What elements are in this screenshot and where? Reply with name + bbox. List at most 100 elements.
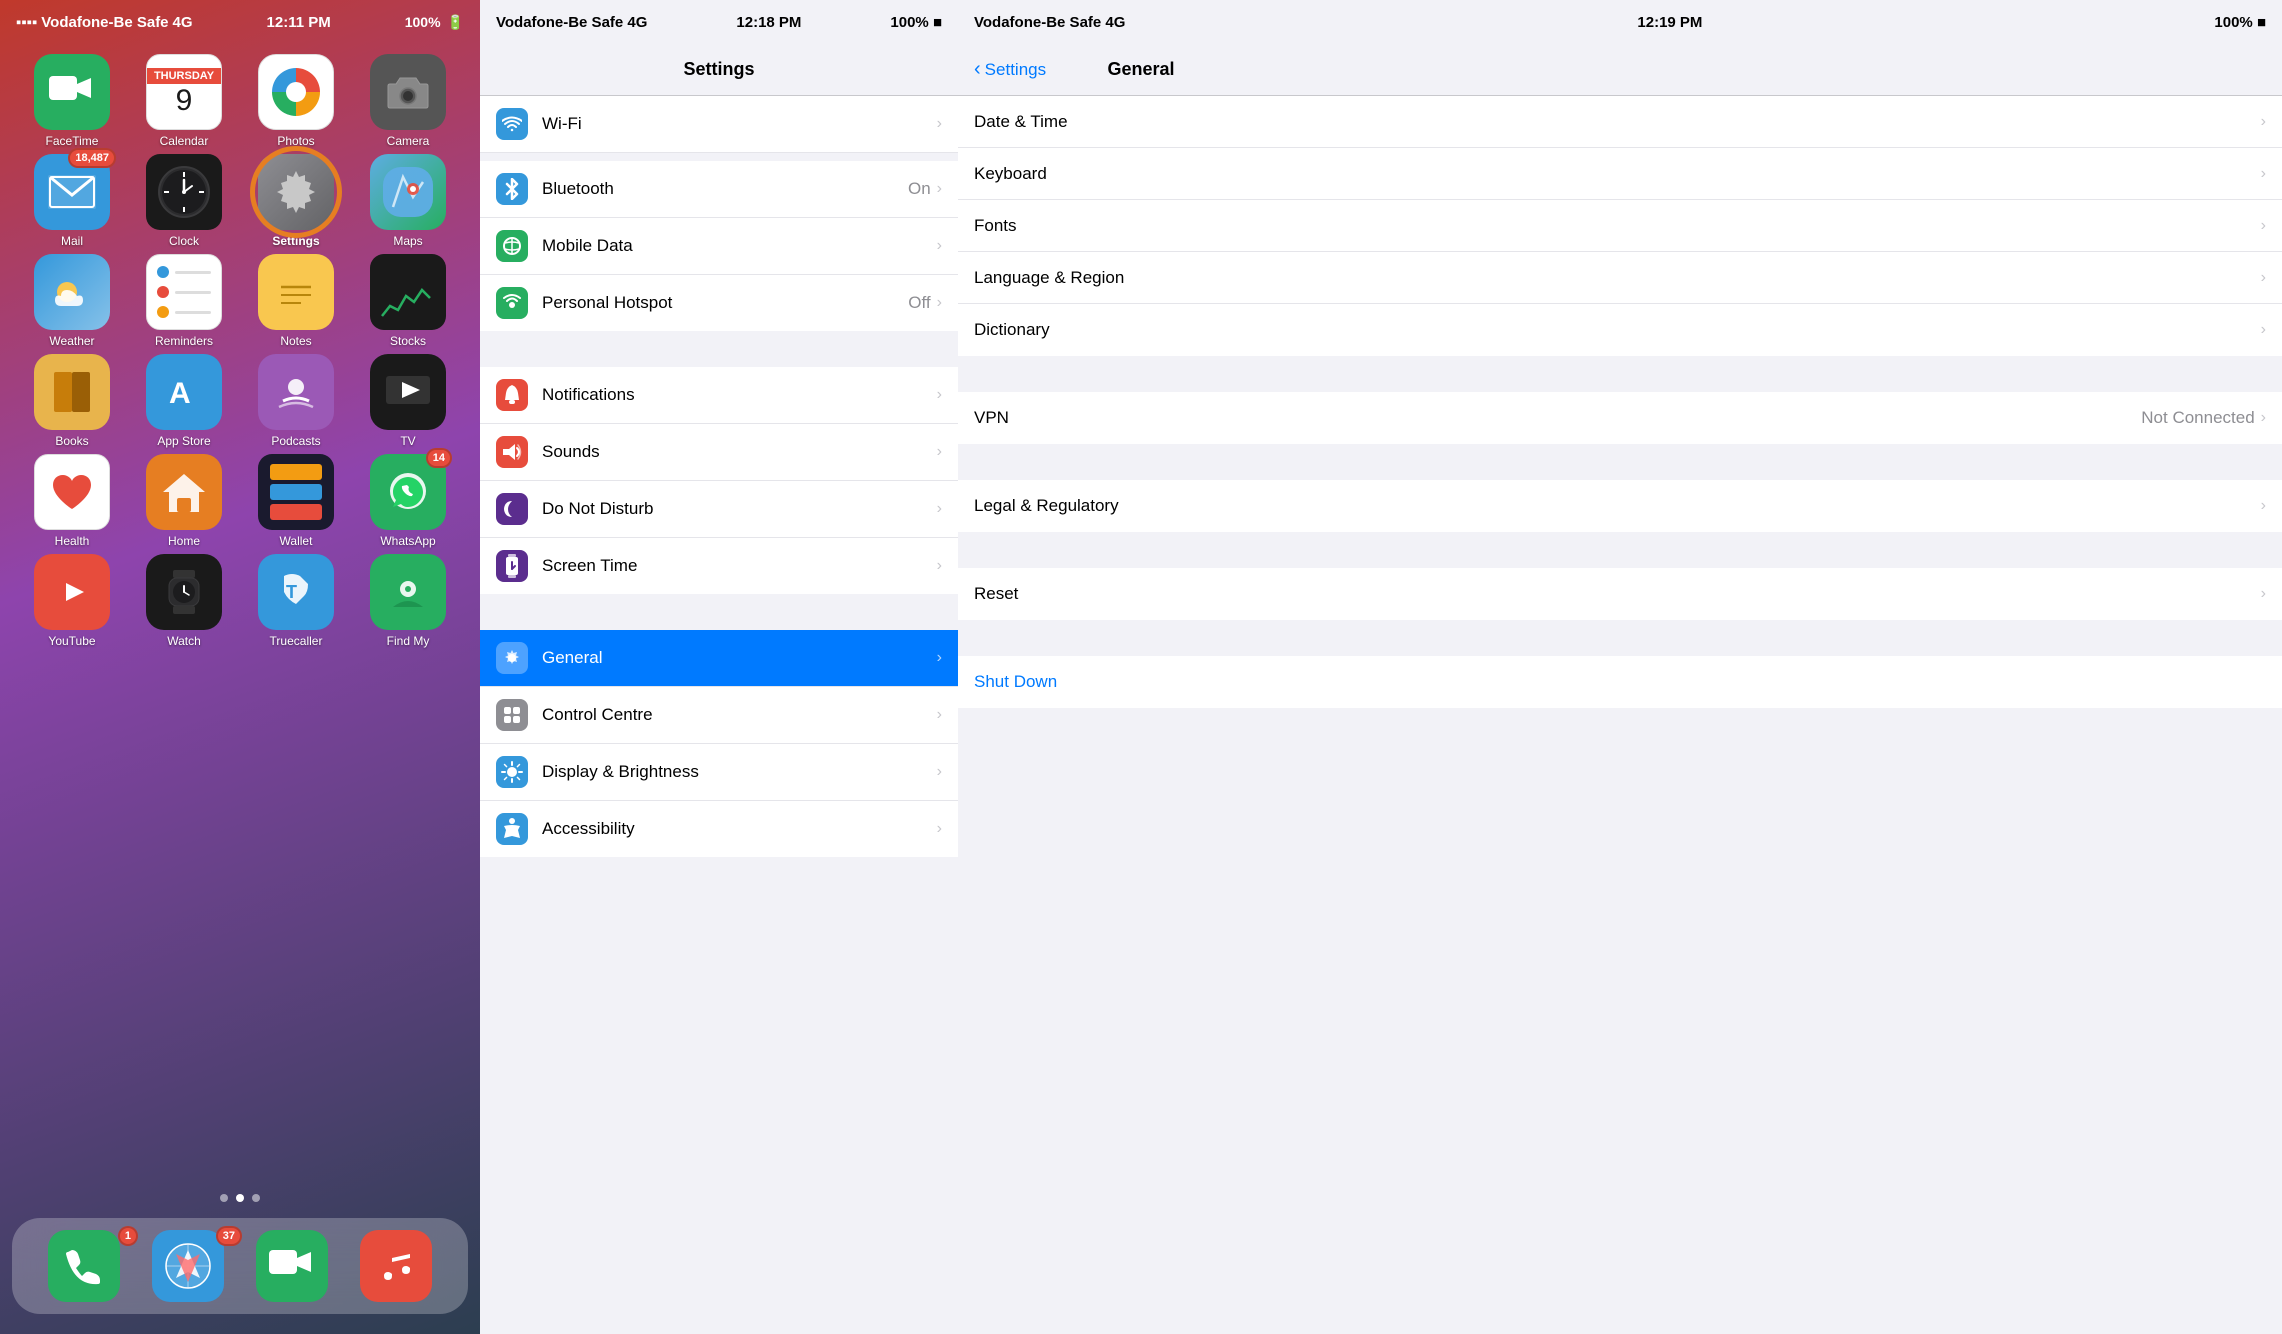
app-camera[interactable]: Camera	[358, 54, 458, 148]
wifi-chevron: ›	[937, 115, 942, 133]
settings-row-accessibility[interactable]: Accessibility ›	[480, 801, 958, 857]
app-whatsapp[interactable]: 14 WhatsApp	[358, 454, 458, 548]
app-findmy[interactable]: Find My	[358, 554, 458, 648]
dot-2	[236, 1194, 244, 1202]
general-row-languageregion[interactable]: Language & Region ›	[958, 252, 2282, 304]
app-watch[interactable]: Watch	[134, 554, 234, 648]
youtube-icon	[34, 554, 110, 630]
settings-row-mobiledata[interactable]: Mobile Data ›	[480, 218, 958, 275]
controlcentre-label: Control Centre	[542, 705, 937, 725]
app-maps[interactable]: Maps	[358, 154, 458, 248]
vpn-label: VPN	[974, 408, 2141, 428]
settings-section-system: General › Control Centre ›	[480, 630, 958, 857]
watch-icon	[146, 554, 222, 630]
general-row-vpn[interactable]: VPN Not Connected ›	[958, 392, 2282, 444]
general-row-datetime[interactable]: Date & Time ›	[958, 96, 2282, 148]
bluetooth-icon	[496, 173, 528, 205]
app-facetime[interactable]: FaceTime	[22, 54, 122, 148]
settings-row-displaybrightness[interactable]: Display & Brightness ›	[480, 744, 958, 801]
settings-row-sounds[interactable]: Sounds ›	[480, 424, 958, 481]
screentime-icon	[496, 550, 528, 582]
settings-row-donotdisturb[interactable]: Do Not Disturb ›	[480, 481, 958, 538]
back-chevron-icon: ‹	[974, 58, 981, 81]
general-row-keyboard[interactable]: Keyboard ›	[958, 148, 2282, 200]
app-row-2: 18,487 Mail	[16, 154, 464, 248]
app-calendar[interactable]: Thursday 9 Calendar	[134, 54, 234, 148]
app-home[interactable]: Home	[134, 454, 234, 548]
settings-highlight-ring	[250, 146, 342, 238]
app-label-mail: Mail	[61, 234, 83, 248]
general-row-reset[interactable]: Reset ›	[958, 568, 2282, 620]
app-wallet[interactable]: Wallet	[246, 454, 346, 548]
general-row-shutdown[interactable]: Shut Down	[958, 656, 2282, 708]
settings-row-bluetooth[interactable]: Bluetooth On ›	[480, 161, 958, 218]
mobiledata-chevron: ›	[937, 237, 942, 255]
app-reminders[interactable]: Reminders	[134, 254, 234, 348]
app-label-calendar: Calendar	[160, 134, 209, 148]
general-row-fonts[interactable]: Fonts ›	[958, 200, 2282, 252]
bluetooth-label: Bluetooth	[542, 179, 908, 199]
controlcentre-icon	[496, 699, 528, 731]
battery-settings: 100% ■	[890, 14, 942, 31]
mail-icon: 18,487	[34, 154, 110, 230]
dock-safari[interactable]: 37	[138, 1230, 238, 1302]
app-label-facetime: FaceTime	[46, 134, 99, 148]
dock-facetime[interactable]	[242, 1230, 342, 1302]
datetime-chevron: ›	[2261, 113, 2266, 131]
app-truecaller[interactable]: T Truecaller	[246, 554, 346, 648]
general-title: General	[1107, 59, 1174, 79]
app-row-5: Health Home Wallet	[16, 454, 464, 548]
fonts-chevron: ›	[2261, 217, 2266, 235]
app-label-podcasts: Podcasts	[271, 434, 320, 448]
displaybrightness-chevron: ›	[937, 763, 942, 781]
app-photos[interactable]: Photos	[246, 54, 346, 148]
time-general: 12:19 PM	[1637, 14, 1702, 31]
hotspot-label: Personal Hotspot	[542, 293, 908, 313]
settings-row-hotspot[interactable]: Personal Hotspot Off ›	[480, 275, 958, 331]
datetime-label: Date & Time	[974, 112, 2261, 132]
status-carrier-home: ▪▪▪▪ Vodafone-Be Safe 4G	[16, 14, 193, 31]
app-label-clock: Clock	[169, 234, 199, 248]
app-settings[interactable]: Settings	[246, 154, 346, 248]
languageregion-chevron: ›	[2261, 269, 2266, 287]
donotdisturb-label: Do Not Disturb	[542, 499, 937, 519]
app-mail[interactable]: 18,487 Mail	[22, 154, 122, 248]
app-youtube[interactable]: YouTube	[22, 554, 122, 648]
podcasts-icon	[258, 354, 334, 430]
app-tv[interactable]: TV	[358, 354, 458, 448]
app-label-appstore: App Store	[157, 434, 210, 448]
app-grid: FaceTime Thursday 9 Calendar	[0, 44, 480, 1186]
settings-row-general[interactable]: General ›	[480, 630, 958, 687]
status-time-home: 12:11 PM	[267, 14, 331, 31]
app-stocks[interactable]: Stocks	[358, 254, 458, 348]
books-icon	[34, 354, 110, 430]
app-appstore[interactable]: A App Store	[134, 354, 234, 448]
dock-phone[interactable]: 1	[34, 1230, 134, 1302]
signal-icon: ▪▪▪▪	[16, 14, 37, 31]
settings-screen: Vodafone-Be Safe 4G 12:18 PM 100% ■ Sett…	[480, 0, 958, 1334]
settings-header: Settings	[480, 44, 958, 96]
page-dots	[0, 1186, 480, 1210]
settings-row-controlcentre[interactable]: Control Centre ›	[480, 687, 958, 744]
keyboard-chevron: ›	[2261, 165, 2266, 183]
general-row-dictionary[interactable]: Dictionary ›	[958, 304, 2282, 356]
settings-row-wifi-partial[interactable]: Wi-Fi ›	[480, 96, 958, 153]
dock-music[interactable]	[346, 1230, 446, 1302]
reset-chevron: ›	[2261, 585, 2266, 603]
clock-icon	[146, 154, 222, 230]
general-row-legalregulatory[interactable]: Legal & Regulatory ›	[958, 480, 2282, 532]
dot-1	[220, 1194, 228, 1202]
app-weather[interactable]: Weather	[22, 254, 122, 348]
app-clock[interactable]: Clock	[134, 154, 234, 248]
app-books[interactable]: Books	[22, 354, 122, 448]
settings-row-notifications[interactable]: Notifications ›	[480, 367, 958, 424]
app-health[interactable]: Health	[22, 454, 122, 548]
settings-row-screentime[interactable]: Screen Time ›	[480, 538, 958, 594]
app-podcasts[interactable]: Podcasts	[246, 354, 346, 448]
status-bar-settings: Vodafone-Be Safe 4G 12:18 PM 100% ■	[480, 0, 958, 44]
wallet-icon	[258, 454, 334, 530]
general-section-2: VPN Not Connected ›	[958, 392, 2282, 444]
app-notes[interactable]: Notes	[246, 254, 346, 348]
back-to-settings-button[interactable]: ‹ Settings	[974, 58, 1046, 81]
findmy-icon	[370, 554, 446, 630]
